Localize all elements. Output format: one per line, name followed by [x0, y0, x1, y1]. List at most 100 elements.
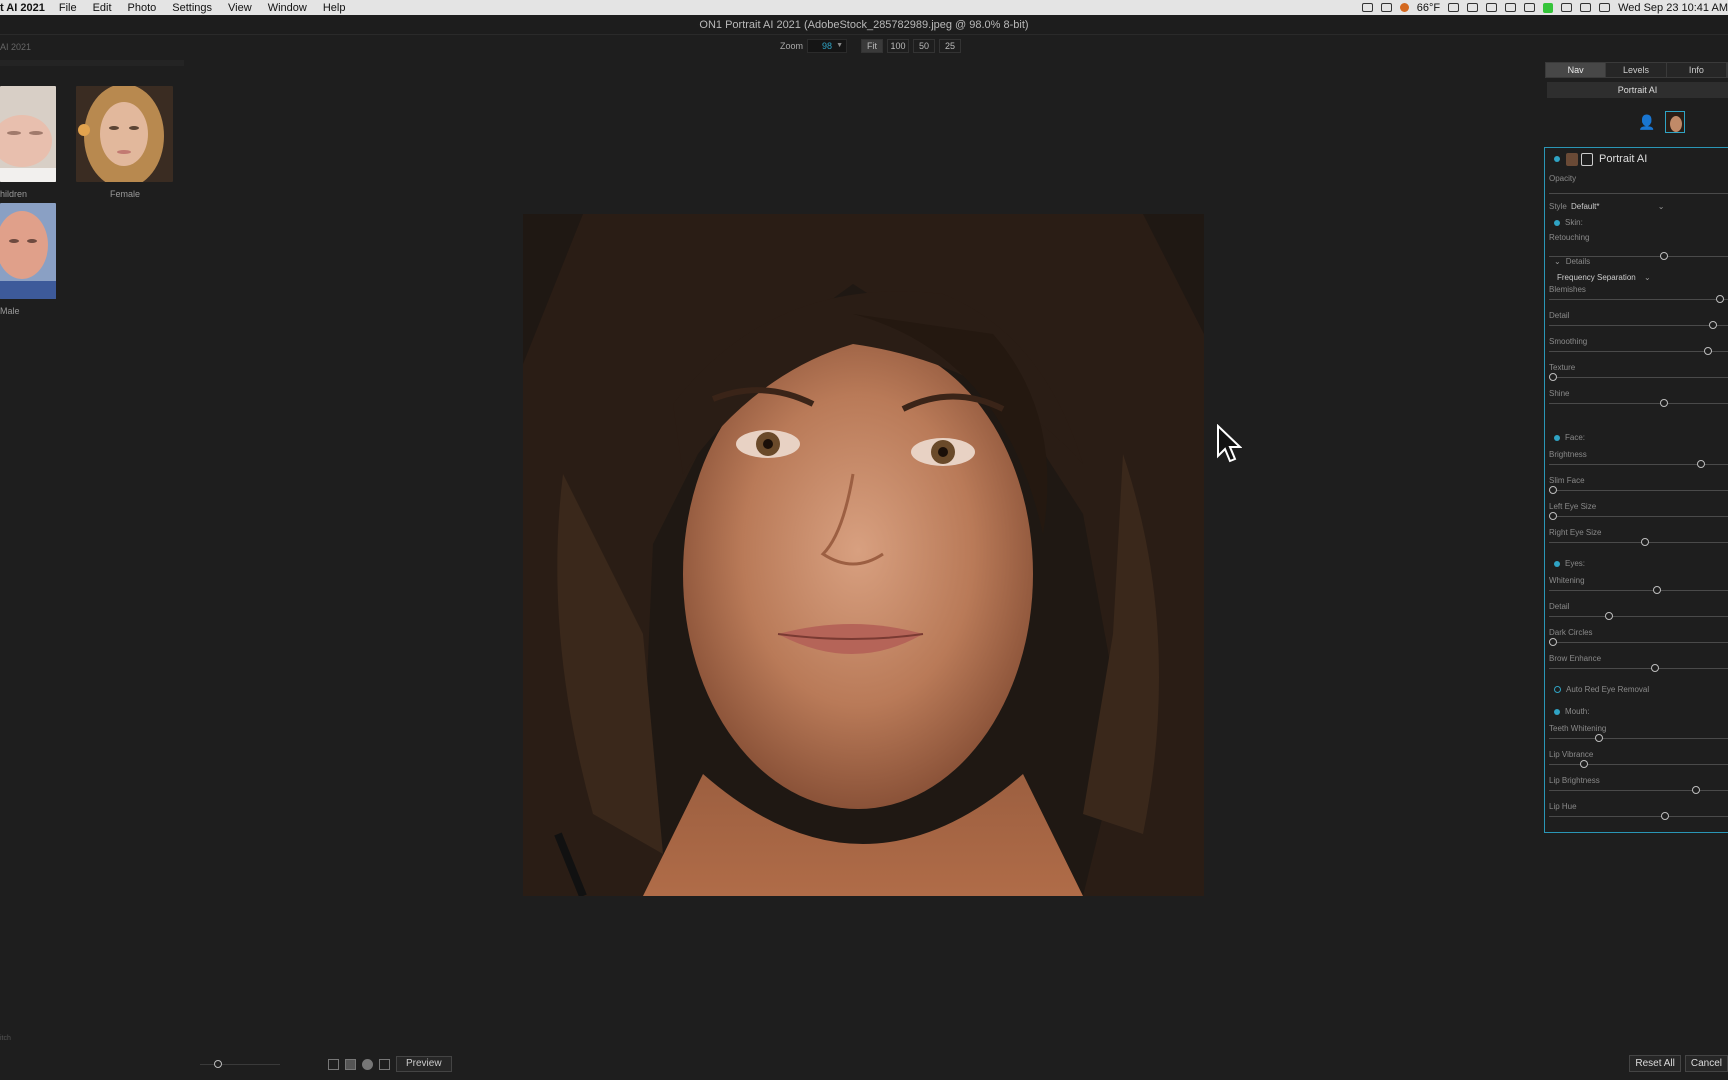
slider-knob[interactable]: [1640, 538, 1649, 546]
slider-knob[interactable]: [1549, 486, 1557, 494]
opacity-slider[interactable]: [1549, 193, 1728, 194]
slider-track[interactable]: [1549, 616, 1728, 617]
window-title: ON1 Portrait AI 2021 (AdobeStock_2857829…: [0, 15, 1728, 35]
temperature[interactable]: 66°F: [1417, 2, 1440, 14]
slider-knob[interactable]: [1661, 812, 1670, 820]
compare-single-icon[interactable]: [328, 1058, 339, 1070]
slider-track[interactable]: [1549, 377, 1728, 378]
add-face-icon[interactable]: 👤: [1638, 114, 1655, 131]
eyes-enable-toggle[interactable]: [1554, 560, 1560, 567]
thumbnail-size-knob[interactable]: [214, 1059, 222, 1068]
preset-thumb-children[interactable]: [0, 86, 56, 182]
face-enable-toggle[interactable]: [1554, 434, 1560, 441]
menu-file[interactable]: File: [59, 2, 77, 14]
face-thumbnail[interactable]: [1665, 111, 1686, 133]
slider-knob[interactable]: [1651, 664, 1659, 672]
slider-track[interactable]: [1549, 516, 1728, 517]
red-eye-section[interactable]: Auto Red Eye Removal: [1554, 685, 1649, 694]
preset-label-male: Male: [0, 306, 20, 316]
slider-track[interactable]: [1549, 299, 1728, 300]
tab-levels[interactable]: Levels: [1606, 63, 1667, 77]
airplay-icon[interactable]: [1580, 3, 1592, 12]
retouching-knob[interactable]: [1659, 252, 1668, 260]
preset-thumb-female[interactable]: [76, 86, 173, 182]
module-mask-icon[interactable]: [1581, 152, 1593, 166]
slider-knob[interactable]: [1715, 295, 1724, 303]
slider-knob[interactable]: [1549, 512, 1557, 520]
slider-knob[interactable]: [1659, 399, 1668, 407]
thumbnail-size-slider[interactable]: [200, 1059, 280, 1068]
details-section[interactable]: ⌄ Details: [1554, 257, 1590, 266]
portrait-ai-header[interactable]: Portrait AI: [1547, 82, 1728, 98]
mouth-enable-toggle[interactable]: [1554, 708, 1560, 715]
zoom-100-button[interactable]: 100: [887, 39, 910, 53]
slider-knob[interactable]: [1605, 612, 1614, 620]
slider-knob[interactable]: [1549, 638, 1557, 646]
cancel-button[interactable]: Cancel: [1684, 1055, 1728, 1072]
compare-split-icon[interactable]: [345, 1058, 356, 1070]
menu-help[interactable]: Help: [323, 2, 346, 14]
reset-all-button[interactable]: Reset All: [1629, 1055, 1681, 1072]
status-green-icon[interactable]: [1543, 2, 1554, 13]
slider-knob[interactable]: [1652, 586, 1661, 594]
mode-dropdown[interactable]: Frequency Separation ⌄: [1557, 273, 1651, 282]
slider-track[interactable]: [1549, 642, 1728, 643]
screen-record-icon[interactable]: [1361, 3, 1373, 12]
preview-button[interactable]: Preview: [396, 1056, 452, 1072]
app-tray-icon[interactable]: [1524, 3, 1536, 12]
module-enable-toggle[interactable]: [1554, 156, 1560, 162]
creative-cloud-icon[interactable]: [1505, 3, 1517, 12]
overlay-view-icon[interactable]: [379, 1058, 390, 1070]
tab-nav[interactable]: Nav: [1546, 63, 1607, 77]
weather-icon[interactable]: [1399, 3, 1409, 12]
menu-photo[interactable]: Photo: [128, 2, 157, 14]
clock[interactable]: Wed Sep 23 10:41 AM: [1618, 2, 1728, 14]
slider-knob[interactable]: [1708, 321, 1717, 329]
face-selector: 👤: [1638, 111, 1686, 133]
menu-window[interactable]: Window: [268, 2, 307, 14]
menu-edit[interactable]: Edit: [93, 2, 112, 14]
preset-thumb-male[interactable]: [0, 203, 56, 299]
notification-icon[interactable]: [1380, 3, 1392, 12]
slider-track[interactable]: [1549, 738, 1728, 739]
slider-track[interactable]: [1549, 668, 1728, 669]
mask-view-icon[interactable]: [362, 1058, 373, 1070]
slider-knob[interactable]: [1703, 347, 1712, 355]
tab-info[interactable]: Info: [1666, 63, 1727, 77]
dropbox-icon[interactable]: [1467, 3, 1479, 12]
slider-knob[interactable]: [1696, 460, 1705, 468]
slider-track[interactable]: [1549, 351, 1728, 352]
display-icon[interactable]: [1561, 3, 1573, 12]
app-menu[interactable]: t AI 2021: [0, 2, 45, 14]
module-header[interactable]: Portrait AI: [1545, 151, 1728, 167]
zoom-fit-button[interactable]: Fit: [861, 39, 884, 53]
portrait-photo[interactable]: [523, 214, 1204, 896]
menu-view[interactable]: View: [228, 2, 252, 14]
slider-track[interactable]: [1549, 403, 1728, 404]
menu-settings[interactable]: Settings: [172, 2, 212, 14]
slider-track[interactable]: [1549, 764, 1728, 765]
slider-label: Dark Circles: [1549, 628, 1593, 637]
slider-knob[interactable]: [1549, 373, 1557, 381]
cloud-icon[interactable]: [1448, 3, 1460, 12]
slider-track[interactable]: [1549, 490, 1728, 491]
bluetooth-icon[interactable]: [1486, 3, 1498, 12]
zoom-50-button[interactable]: 50: [913, 39, 936, 53]
slider-track[interactable]: [1549, 590, 1728, 591]
slider-track[interactable]: [1549, 542, 1728, 543]
red-eye-label: Auto Red Eye Removal: [1566, 685, 1650, 694]
skin-enable-toggle[interactable]: [1554, 219, 1560, 226]
slider-knob[interactable]: [1579, 760, 1588, 768]
style-dropdown[interactable]: Default* ⌄: [1571, 202, 1664, 211]
slider-track[interactable]: [1549, 790, 1728, 791]
slider-knob[interactable]: [1691, 786, 1700, 794]
slider-track[interactable]: [1549, 325, 1728, 326]
slider-knob[interactable]: [1594, 734, 1603, 742]
zoom-input[interactable]: 98 ▼: [807, 39, 848, 53]
chevron-down-icon: ▼: [836, 42, 844, 49]
zoom-25-button[interactable]: 25: [939, 39, 962, 53]
red-eye-checkbox[interactable]: [1554, 686, 1561, 693]
wifi-icon[interactable]: [1599, 3, 1611, 12]
chevron-down-icon: ⌄: [1554, 257, 1561, 266]
slider-track[interactable]: [1549, 816, 1728, 817]
